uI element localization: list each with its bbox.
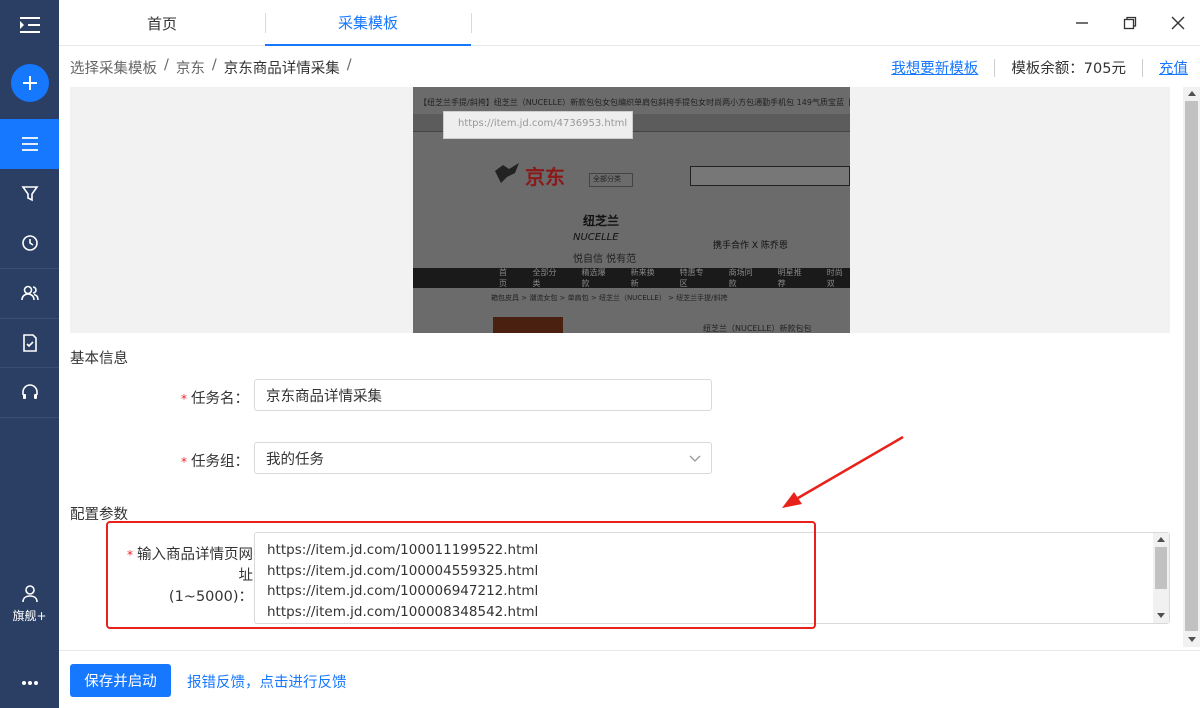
tab-home[interactable]: 首页 — [59, 0, 265, 46]
footer-bar: 保存并启动 报错反馈，点击进行反馈 — [59, 650, 1200, 708]
breadcrumb-separator: / — [346, 57, 352, 73]
preview-ad-text: 携手合作 X 陈乔恩 — [713, 241, 788, 251]
task-name-label: * 任务名： — [159, 387, 249, 408]
recharge-link[interactable]: 充值 — [1159, 57, 1188, 78]
sidebar-divider — [0, 417, 59, 418]
preview-search-box — [690, 166, 850, 186]
preview-nav-item: 新来换新 — [630, 268, 655, 288]
plus-icon — [10, 64, 49, 102]
preview-thumbnail — [493, 317, 563, 333]
more-icon[interactable] — [0, 665, 59, 701]
required-mark: * — [181, 392, 187, 406]
divider — [994, 58, 996, 77]
preview-nav-item: 明星推荐 — [777, 268, 802, 288]
user-plan-label: 旗舰+ — [12, 608, 47, 623]
task-group-label: * 任务组： — [159, 450, 249, 471]
template-preview-image: 【纽芝兰手提/斜挎】纽芝兰（NUCELLE）新款包包女包编织单肩包斜挎手提包女时… — [413, 87, 850, 333]
preview-nav-item: 全部分类 — [532, 268, 557, 288]
sidebar-item-support[interactable] — [0, 367, 59, 417]
breadcrumb-current: 京东商品详情采集 — [223, 61, 340, 77]
preview-nav-item: 特惠专区 — [679, 268, 704, 288]
required-mark: * — [181, 455, 187, 469]
preview-page-title: 【纽芝兰手提/斜挎】纽芝兰（NUCELLE）新款包包女包编织单肩包斜挎手提包女时… — [419, 98, 850, 107]
tab-templates[interactable]: 采集模板 — [265, 0, 471, 46]
jd-dog-logo-icon — [495, 163, 519, 183]
preview-logo: 京东 — [525, 165, 565, 189]
preview-brand-en: NUCELLE — [573, 232, 619, 243]
preview-product-name: 纽芝兰（NUCELLE）新款包包 — [703, 324, 812, 333]
sidebar-item-tasks[interactable] — [0, 318, 59, 368]
task-name-label-text: 任务名： — [191, 391, 249, 407]
header-actions: 我想要新模板 模板余额：705元 充值 — [891, 57, 1188, 78]
preview-nav-item: 首页 — [499, 268, 507, 288]
request-template-link[interactable]: 我想要新模板 — [891, 57, 978, 78]
chevron-down-icon — [689, 455, 701, 462]
main-content: 【纽芝兰手提/斜挎】纽芝兰（NUCELLE）新款包包女包编织单肩包斜挎手提包女时… — [59, 87, 1183, 647]
sidebar-item-templates[interactable] — [0, 119, 59, 169]
list-icon — [21, 137, 38, 151]
preview-address-bar: https://item.jd.com/4736953.html — [443, 111, 633, 139]
textarea-scrollbar[interactable] — [1153, 533, 1169, 623]
scroll-down-icon[interactable] — [1183, 634, 1200, 646]
headphones-icon — [21, 384, 38, 399]
task-group-label-text: 任务组： — [191, 454, 249, 470]
sidebar: 旗舰+ — [0, 0, 59, 708]
scroll-up-icon[interactable] — [1153, 533, 1169, 545]
scroll-down-icon[interactable] — [1153, 610, 1169, 622]
breadcrumb-separator: / — [164, 57, 169, 73]
sidebar-item-users[interactable] — [0, 268, 59, 318]
title-bar: 首页 采集模板 — [59, 0, 1200, 46]
divider — [1142, 58, 1143, 77]
feedback-link[interactable]: 报错反馈，点击进行反馈 — [187, 671, 347, 692]
scroll-up-icon[interactable] — [1183, 87, 1200, 99]
close-icon[interactable] — [1167, 12, 1189, 34]
tab-divider — [471, 13, 472, 33]
minimize-icon[interactable] — [1071, 12, 1093, 34]
annotation-highlight-box — [106, 521, 816, 629]
preview-breadcrumb: 箱包皮具 > 潮流女包 > 单肩包 > 纽芝兰（NUCELLE） > 纽芝兰手提… — [491, 294, 728, 302]
preview-category: 全部分类 — [589, 173, 633, 187]
template-balance: 模板余额：705元 — [1011, 61, 1126, 77]
save-and-start-button[interactable]: 保存并启动 — [70, 664, 171, 697]
user-icon — [21, 584, 38, 602]
breadcrumb-link-templates[interactable]: 选择采集模板 — [70, 57, 157, 78]
preview-brand-banner: 纽芝兰 NUCELLE 悦自信 悦有范 携手合作 X 陈乔恩 — [553, 202, 813, 272]
page-scrollbar[interactable] — [1183, 87, 1200, 647]
clock-icon — [21, 235, 38, 251]
breadcrumb-link-jd[interactable]: 京东 — [176, 57, 205, 78]
users-icon — [20, 285, 39, 301]
collapse-menu-icon[interactable] — [0, 0, 59, 50]
preview-nav-item: 商场同款 — [728, 268, 753, 288]
preview-nav: 首页 全部分类 精选爆款 新来换新 特惠专区 商场同款 明星推荐 时尚双 — [413, 268, 850, 288]
preview-brand-name: 纽芝兰 — [583, 214, 620, 228]
preview-area: 【纽芝兰手提/斜挎】纽芝兰（NUCELLE）新款包包女包编织单肩包斜挎手提包女时… — [70, 87, 1170, 333]
sidebar-item-history[interactable] — [0, 218, 59, 268]
preview-brand-slogan: 悦自信 悦有范 — [573, 254, 637, 265]
task-group-value: 我的任务 — [266, 451, 324, 468]
breadcrumb: 选择采集模板 / 京东 / 京东商品详情采集 / — [70, 57, 359, 78]
task-group-select[interactable]: 我的任务 — [254, 442, 712, 474]
restore-icon[interactable] — [1119, 12, 1141, 34]
preview-nav-item: 精选爆款 — [581, 268, 606, 288]
task-name-input[interactable]: 京东商品详情采集 — [254, 379, 712, 411]
breadcrumb-separator: / — [211, 57, 217, 73]
basic-info-title: 基本信息 — [70, 351, 128, 367]
user-account[interactable]: 旗舰+ — [0, 578, 59, 630]
page-scroll-thumb[interactable] — [1185, 101, 1198, 631]
breadcrumb-bar: 选择采集模板 / 京东 / 京东商品详情采集 / 我想要新模板 模板余额：705… — [59, 47, 1200, 87]
textarea-scroll-thumb[interactable] — [1155, 547, 1167, 589]
document-check-icon — [22, 334, 37, 352]
new-task-button[interactable] — [0, 60, 59, 106]
preview-nav-item: 时尚双 — [826, 268, 843, 288]
sidebar-item-filter[interactable] — [0, 169, 59, 219]
funnel-icon — [20, 186, 39, 202]
